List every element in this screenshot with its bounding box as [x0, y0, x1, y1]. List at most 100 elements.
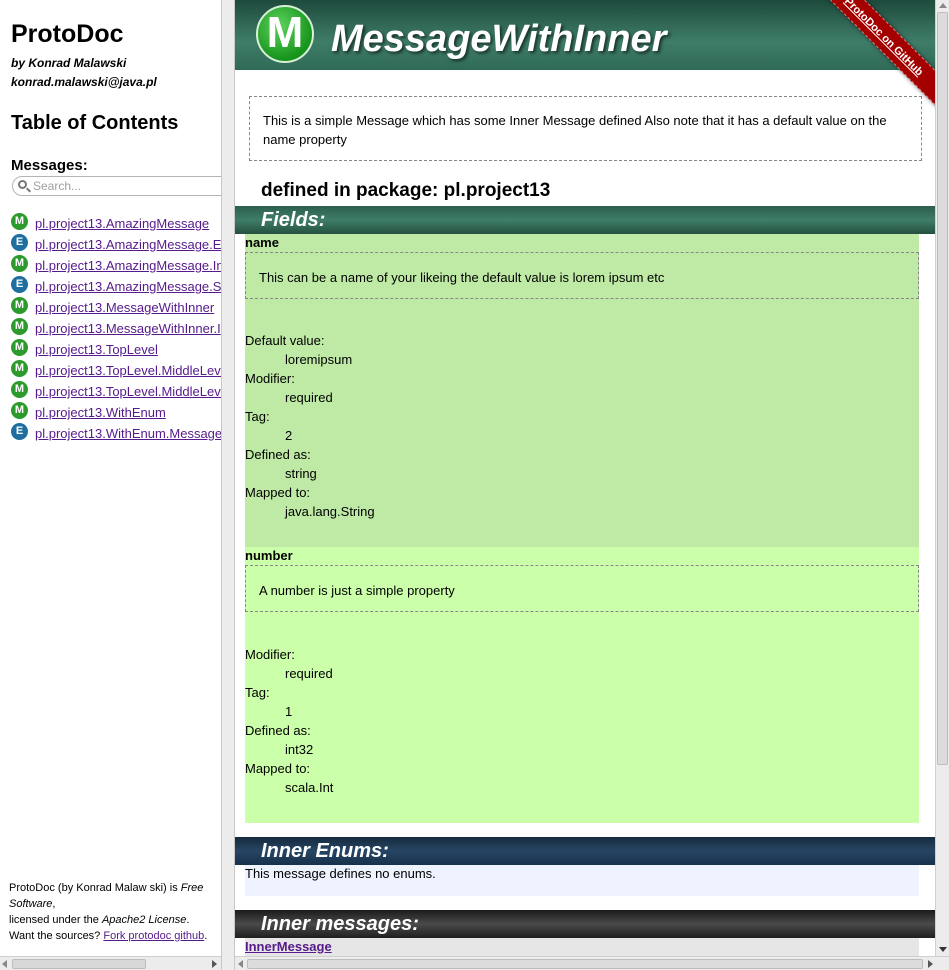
footer-license: Apache2 License [101, 914, 187, 926]
prop-label: Tag: [245, 685, 270, 700]
toc-link[interactable]: pl.project13.MessageWithInner [35, 300, 214, 315]
field-block: number A number is just a simple propert… [245, 547, 919, 823]
field-properties: Default value: loremipsum Modifier: requ… [245, 331, 375, 521]
sidebar-horizontal-scrollbar[interactable] [0, 956, 221, 970]
scroll-down-icon[interactable] [939, 947, 947, 952]
toc-item: Mpl.project13.TopLevel.MiddleLeve [11, 360, 221, 381]
scroll-left-icon[interactable] [2, 960, 7, 968]
field-description: A number is just a simple property [245, 565, 919, 612]
message-badge-icon: M [11, 360, 28, 377]
author-line: by Konrad Malawski [11, 56, 127, 70]
toc-link[interactable]: pl.project13.AmazingMessage.In [35, 258, 221, 273]
prop-label: Tag: [245, 409, 270, 424]
field-name: number [245, 548, 293, 563]
main-content: M MessageWithInner ProtoDoc on GitHub Th… [235, 0, 935, 956]
message-badge-icon: M [11, 381, 28, 398]
toc-item: Mpl.project13.TopLevel.MiddleLeve [11, 381, 221, 402]
enum-badge-icon: E [11, 276, 28, 293]
enum-badge-icon: E [11, 423, 28, 440]
toc-item: Mpl.project13.AmazingMessage [11, 213, 221, 234]
prop-label: Modifier: [245, 647, 295, 662]
footer-text: . [186, 914, 190, 926]
prop-label: Defined as: [245, 447, 311, 462]
field-properties: Modifier: required Tag: 1 Defined as: in… [245, 645, 333, 797]
toc-item: Mpl.project13.WithEnum [11, 402, 221, 423]
search-input[interactable] [33, 178, 221, 194]
prop-value: required [285, 390, 333, 405]
main-horizontal-scrollbar[interactable] [235, 956, 949, 970]
scrollbar-thumb[interactable] [247, 959, 923, 969]
footer-text: . [204, 930, 208, 942]
toc-item: Epl.project13.AmazingMessage.E [11, 234, 221, 255]
footer-text: Want the sources? [9, 930, 104, 942]
package-line: defined in package: pl.project13 [261, 180, 551, 201]
toc-link[interactable]: pl.project13.TopLevel.MiddleLeve [35, 363, 221, 378]
toc-link[interactable]: pl.project13.WithEnum.Message [35, 426, 221, 441]
inner-enums-section-title: Inner Enums: [235, 837, 935, 865]
prop-label: Modifier: [245, 371, 295, 386]
message-title: MessageWithInner [331, 18, 667, 60]
prop-value: scala.Int [285, 780, 334, 795]
sidebar-footer: ProtoDoc (by Konrad Malaw ski) is Free S… [9, 880, 219, 944]
prop-label: Defined as: [245, 723, 311, 738]
inner-messages-section-title: Inner messages: [235, 910, 935, 938]
message-badge-icon: M [11, 255, 28, 272]
main-vertical-scrollbar[interactable] [935, 0, 949, 956]
prop-value: required [285, 666, 333, 681]
footer-text: licensed under the [9, 914, 102, 926]
inner-messages-list: InnerMessage [245, 938, 919, 956]
toc-item: Epl.project13.AmazingMessage.S [11, 276, 221, 297]
scrollbar-thumb[interactable] [937, 12, 948, 765]
footer-text: ProtoDoc (by Konrad Malaw ski) is [9, 882, 181, 894]
sidebar: ProtoDoc by Konrad Malawski konrad.malaw… [0, 0, 221, 956]
prop-value: 2 [285, 428, 293, 443]
fork-github-link[interactable]: Fork protodoc github [103, 930, 204, 942]
inner-message-link[interactable]: InnerMessage [245, 939, 332, 954]
scroll-right-icon[interactable] [928, 960, 933, 968]
app-title: ProtoDoc [11, 20, 124, 48]
prop-label: Mapped to: [245, 761, 311, 776]
scroll-left-icon[interactable] [238, 960, 243, 968]
message-badge-icon: M [11, 213, 28, 230]
message-logo-icon: M [256, 5, 314, 63]
toc-link[interactable]: pl.project13.TopLevel.MiddleLeve [35, 384, 221, 399]
search-box[interactable] [12, 176, 221, 196]
toc-link[interactable]: pl.project13.AmazingMessage [35, 216, 209, 231]
search-icon [18, 180, 27, 189]
prop-value: int32 [285, 742, 314, 757]
messages-label: Messages: [11, 157, 88, 174]
scrollbar-thumb[interactable] [12, 959, 146, 969]
message-badge-icon: M [11, 318, 28, 335]
prop-value: 1 [285, 704, 293, 719]
field-block: name This can be a name of your likeing … [245, 234, 919, 547]
toc-list: Mpl.project13.AmazingMessage Epl.project… [11, 213, 221, 444]
scroll-right-icon[interactable] [212, 960, 217, 968]
scroll-up-icon[interactable] [939, 3, 947, 8]
message-badge-icon: M [11, 297, 28, 314]
prop-value: string [285, 466, 317, 481]
toc-link[interactable]: pl.project13.AmazingMessage.S [35, 279, 221, 294]
toc-link[interactable]: pl.project13.TopLevel [35, 342, 158, 357]
footer-text: , [52, 898, 56, 910]
toc-item: Mpl.project13.TopLevel [11, 339, 221, 360]
pane-divider[interactable] [221, 0, 235, 970]
author-email: konrad.malawski@java.pl [11, 75, 157, 89]
prop-label: Default value: [245, 333, 325, 348]
inner-enums-text: This message defines no enums. [245, 865, 919, 896]
toc-link[interactable]: pl.project13.AmazingMessage.E [35, 237, 221, 252]
toc-link[interactable]: pl.project13.MessageWithInner.I [35, 321, 221, 336]
fields-section-title: Fields: [235, 206, 935, 234]
enum-badge-icon: E [11, 234, 28, 251]
message-header: M MessageWithInner ProtoDoc on GitHub [235, 0, 935, 120]
toc-item: Epl.project13.WithEnum.Message [11, 423, 221, 444]
field-name: name [245, 235, 279, 250]
toc-item: Mpl.project13.AmazingMessage.In [11, 255, 221, 276]
message-badge-icon: M [11, 339, 28, 356]
field-description: This can be a name of your likeing the d… [245, 252, 919, 299]
prop-label: Mapped to: [245, 485, 311, 500]
message-description: This is a simple Message which has some … [249, 96, 922, 161]
toc-item: Mpl.project13.MessageWithInner.I [11, 318, 221, 339]
toc-item: Mpl.project13.MessageWithInner [11, 297, 221, 318]
prop-value: loremipsum [285, 352, 353, 367]
toc-link[interactable]: pl.project13.WithEnum [35, 405, 166, 420]
